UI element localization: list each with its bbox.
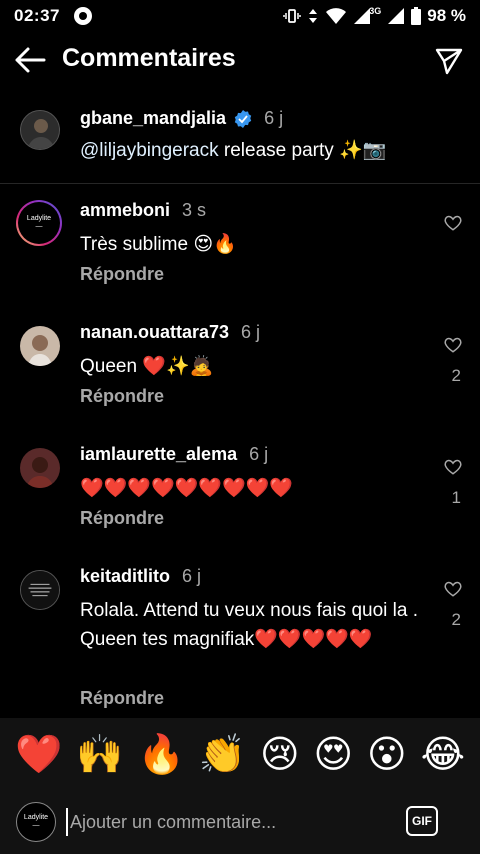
reply-button[interactable]: Répondre xyxy=(80,386,164,407)
comment-age: 3 s xyxy=(182,200,207,220)
comment-header: ammeboni 3 s xyxy=(80,200,206,221)
avatar-logo-line: — xyxy=(35,223,43,230)
reply-button[interactable]: Répondre xyxy=(80,688,164,709)
page-title: Commentaires xyxy=(62,44,236,72)
caption-mention[interactable]: @liljaybingerack xyxy=(80,140,219,161)
comment-input-bar: Ladylite — GIF xyxy=(0,792,480,854)
post-caption: gbane_mandjalia 6 j @liljaybingerack rel… xyxy=(0,104,480,184)
comment-input[interactable] xyxy=(66,808,386,836)
vibrate-icon xyxy=(283,9,301,23)
comment-age: 6 j xyxy=(241,322,261,342)
caption-age: 6 j xyxy=(264,108,284,128)
emoji-reaction-bar: ❤️ 🙌 🔥 👏 😢 😍 😮 😂 xyxy=(0,718,480,792)
avatar-photo-icon xyxy=(21,111,59,149)
caption-body: release party ✨📷 xyxy=(218,140,387,161)
comment-age: 6 j xyxy=(182,566,202,586)
avatar-logo-text: Ladylite xyxy=(23,814,49,821)
comment-header: nanan.ouattara73 6 j xyxy=(80,322,260,343)
emoji-heart-eyes-button[interactable]: 😍 xyxy=(314,736,354,774)
signal-icon-2 xyxy=(388,8,405,24)
gif-button[interactable]: GIF xyxy=(406,806,438,836)
comment-username[interactable]: ammeboni xyxy=(80,200,170,221)
comment-username[interactable]: iamlaurette_alema xyxy=(80,444,237,465)
comment-header: keitaditlito 6 j xyxy=(80,566,201,587)
like-count: 2 xyxy=(451,366,461,385)
avatar[interactable] xyxy=(20,110,60,150)
avatar-photo-icon xyxy=(20,448,60,488)
wifi-icon xyxy=(326,8,347,24)
avatar: Ladylite — xyxy=(16,802,56,842)
emoji-surprised-button[interactable]: 😮 xyxy=(367,736,407,774)
network-type-label: 3G xyxy=(369,6,382,16)
status-bar: 02:37 3G 98 % xyxy=(0,0,480,32)
caption-header: gbane_mandjalia 6 j xyxy=(80,108,283,129)
verified-badge-icon xyxy=(234,109,252,128)
comment-username[interactable]: nanan.ouattara73 xyxy=(80,322,229,343)
data-transfer-icon xyxy=(309,9,318,23)
like-count: 2 xyxy=(451,610,461,629)
caption-text: @liljaybingerack release party ✨📷 xyxy=(80,138,386,162)
reply-button[interactable]: Répondre xyxy=(80,264,164,285)
comment-text: Queen ❤️✨🙇 xyxy=(80,356,214,377)
emoji-heart-button[interactable]: ❤️ xyxy=(15,736,62,774)
back-arrow-icon[interactable] xyxy=(14,46,46,74)
heart-icon[interactable] xyxy=(444,458,462,476)
caption-username[interactable]: gbane_mandjalia xyxy=(80,108,226,129)
avatar-logo-line: — xyxy=(32,822,40,829)
list-item: keitaditlito 6 j Rolala. Attend tu veux … xyxy=(0,566,480,716)
emoji-crying-button[interactable]: 😢 xyxy=(260,736,300,774)
list-item: nanan.ouattara73 6 j Queen ❤️✨🙇 Répondre… xyxy=(0,322,480,436)
avatar-logo-text: Ladylite xyxy=(26,215,52,222)
list-item: Ladylite — ammeboni 3 s Très sublime 😍🔥 … xyxy=(0,200,480,314)
avatar[interactable] xyxy=(20,448,60,488)
comment-username[interactable]: keitaditlito xyxy=(80,566,170,587)
avatar[interactable] xyxy=(20,570,60,610)
emoji-raised-hands-button[interactable]: 🙌 xyxy=(76,736,123,774)
header: Commentaires xyxy=(0,32,480,88)
comment-text: ❤️❤️❤️❤️❤️❤️❤️❤️❤️ xyxy=(80,478,293,499)
emoji-fire-button[interactable]: 🔥 xyxy=(137,736,184,774)
comment-text: Très sublime 😍🔥 xyxy=(80,234,237,255)
comment-age: 6 j xyxy=(249,444,269,464)
notification-icon xyxy=(73,7,92,25)
battery-percent: 98 % xyxy=(427,6,466,25)
avatar[interactable] xyxy=(20,326,60,366)
heart-icon[interactable] xyxy=(444,336,462,354)
send-icon[interactable] xyxy=(434,46,464,76)
comment-header: iamlaurette_alema 6 j xyxy=(80,444,268,465)
battery-icon xyxy=(411,7,422,25)
heart-icon[interactable] xyxy=(444,214,462,232)
status-time: 02:37 xyxy=(14,6,60,25)
status-icons: 3G 98 % xyxy=(283,6,466,26)
avatar-logo-icon xyxy=(21,571,59,609)
heart-icon[interactable] xyxy=(444,580,462,598)
avatar-photo-icon xyxy=(20,326,60,366)
list-item: iamlaurette_alema 6 j ❤️❤️❤️❤️❤️❤️❤️❤️❤️… xyxy=(0,444,480,558)
reply-button[interactable]: Répondre xyxy=(80,508,164,529)
like-count: 1 xyxy=(451,488,461,507)
emoji-clap-button[interactable]: 👏 xyxy=(199,736,246,774)
emoji-laughing-button[interactable]: 😂 xyxy=(421,736,465,774)
avatar[interactable]: Ladylite — xyxy=(16,200,62,246)
comment-text: Rolala. Attend tu veux nous fais quoi la… xyxy=(80,600,418,650)
